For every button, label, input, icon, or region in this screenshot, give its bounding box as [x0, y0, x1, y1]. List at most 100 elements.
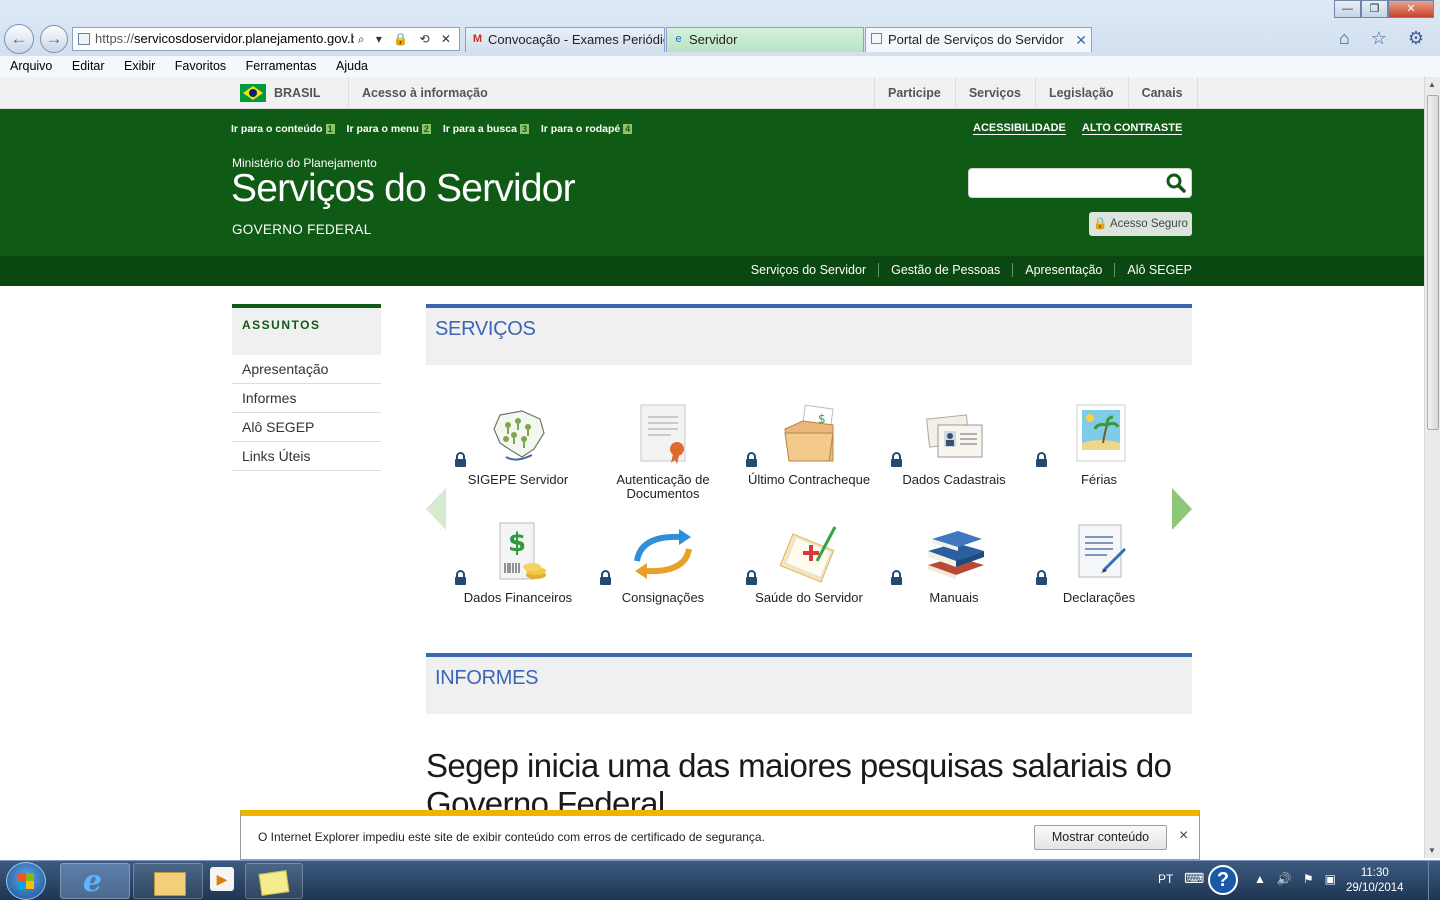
folder-paycheck-icon: $ — [746, 403, 841, 467]
document-pen-icon — [1036, 521, 1131, 585]
home-favorites-tools-icons[interactable]: ⌂ ☆ ⚙ — [1339, 28, 1432, 49]
address-tools-icons[interactable]: ⌕ ▾ 🔒 ⟲ ✕ — [353, 28, 455, 50]
service-label: Último Contracheque — [747, 472, 871, 487]
service-saude-servidor[interactable]: Saúde do Servidor — [739, 521, 879, 605]
scroll-up-icon[interactable]: ▲ — [1428, 80, 1436, 89]
subnav-alo-segep[interactable]: Alô SEGEP — [1114, 263, 1192, 277]
sidebar-item-informes[interactable]: Informes — [232, 384, 381, 413]
scroll-down-icon[interactable]: ▼ — [1428, 846, 1436, 855]
vertical-scrollbar[interactable]: ▲ ▼ — [1424, 77, 1440, 858]
window-controls: — ❐ ✕ — [1334, 0, 1434, 18]
service-dados-financeiros[interactable]: $ Dados Financeiros — [448, 521, 588, 605]
help-icon[interactable]: ? — [1208, 865, 1238, 895]
menu-favoritos[interactable]: Favoritos — [175, 56, 226, 73]
service-manuais[interactable]: Manuais — [884, 521, 1024, 605]
search-icon[interactable] — [1165, 172, 1187, 194]
acessibilidade-link[interactable]: ACESSIBILIDADE — [973, 122, 1066, 135]
certificate-icon — [631, 403, 695, 467]
service-ultimo-contracheque[interactable]: $ Último Contracheque — [739, 403, 879, 487]
ie-icon: e — [675, 33, 682, 45]
gov-link-canais[interactable]: Canais — [1127, 77, 1198, 109]
clock[interactable]: 11:30 29/10/2014 — [1346, 866, 1404, 896]
scroll-thumb[interactable] — [1427, 95, 1439, 430]
carousel-prev-arrow-icon[interactable] — [426, 488, 446, 530]
url-prefix: https:// — [95, 31, 135, 46]
address-bar[interactable]: https://servicosdoservidor.planejamento.… — [72, 27, 460, 51]
service-autenticacao-documentos[interactable]: Autenticação de Documentos — [593, 403, 733, 501]
menu-ferramentas[interactable]: Ferramentas — [246, 56, 317, 73]
tray-icons[interactable]: ▲🔊⚑▣ — [1254, 872, 1347, 886]
forward-button[interactable]: → — [40, 25, 68, 53]
taskbar-internet-explorer-icon[interactable] — [60, 863, 130, 899]
notification-text: O Internet Explorer impediu este site de… — [258, 830, 765, 844]
taskbar-sticky-notes-icon[interactable] — [245, 863, 303, 899]
subnav-servicos-servidor[interactable]: Serviços do Servidor — [739, 263, 878, 277]
sidebar-item-alo-segep[interactable]: Alô SEGEP — [232, 413, 381, 442]
service-label: Consignações — [621, 590, 705, 605]
brasil-link[interactable]: BRASIL — [274, 86, 321, 100]
menu-exibir[interactable]: Exibir — [124, 56, 155, 73]
skip-link-busca[interactable]: Ir para a busca 3 — [443, 123, 529, 135]
lock-icon — [746, 452, 757, 467]
clock-date: 29/10/2014 — [1346, 882, 1404, 894]
sub-navigation: Serviços do Servidor Gestão de Pessoas A… — [0, 256, 1424, 286]
taskbar-file-explorer-icon[interactable] — [133, 863, 203, 899]
skip-link-conteudo[interactable]: Ir para o conteúdo 1 — [231, 123, 335, 135]
sidebar-item-links-uteis[interactable]: Links Úteis — [232, 442, 381, 471]
service-dados-cadastrais[interactable]: Dados Cadastrais — [884, 403, 1024, 487]
svg-text:$: $ — [508, 528, 526, 558]
restore-button[interactable]: ❐ — [1361, 0, 1388, 18]
minimize-button[interactable]: — — [1334, 0, 1361, 18]
tab-title: Servidor — [689, 32, 738, 47]
subnav-apresentacao[interactable]: Apresentação — [1012, 263, 1114, 277]
skip-link-menu[interactable]: Ir para o menu 2 — [347, 123, 431, 135]
sidebar-heading: ASSUNTOS — [232, 304, 381, 355]
books-icon — [891, 521, 986, 585]
menu-editar[interactable]: Editar — [72, 56, 105, 73]
tab-servidor[interactable]: e Servidor — [666, 27, 864, 52]
service-consignacoes[interactable]: Consignações — [593, 521, 733, 605]
carousel-next-arrow-icon[interactable] — [1172, 488, 1192, 530]
mostrar-conteudo-button[interactable]: Mostrar conteúdo — [1034, 825, 1167, 850]
subnav-gestao-pessoas[interactable]: Gestão de Pessoas — [878, 263, 1012, 277]
gov-bar: BRASIL Acesso à informação Participe Ser… — [0, 77, 1424, 109]
clock-time: 11:30 — [1360, 867, 1389, 879]
acesso-informacao-link[interactable]: Acesso à informação — [348, 77, 488, 109]
start-button[interactable] — [6, 862, 46, 900]
gov-link-legislacao[interactable]: Legislação — [1034, 77, 1128, 109]
lock-icon — [891, 452, 902, 467]
gov-link-servicos[interactable]: Serviços — [954, 77, 1035, 109]
gov-link-participe[interactable]: Participe — [874, 77, 955, 109]
show-desktop-button[interactable] — [1428, 861, 1440, 900]
service-label: Férias — [1080, 472, 1118, 487]
service-declaracoes[interactable]: Declarações — [1029, 521, 1169, 605]
service-label: SIGEPE Servidor — [467, 472, 569, 487]
page-viewport: BRASIL Acesso à informação Participe Ser… — [0, 77, 1424, 858]
skip-link-rodape[interactable]: Ir para o rodapé 4 — [541, 123, 633, 135]
site-title[interactable]: Serviços do Servidor — [231, 167, 576, 211]
sidebar-item-apresentacao[interactable]: Apresentação — [232, 355, 381, 384]
tab-convocacao[interactable]: M Convocação - Exames Periódic... — [465, 27, 665, 52]
acesso-seguro-button[interactable]: 🔒 Acesso Seguro — [1089, 212, 1192, 236]
close-icon[interactable]: × — [1179, 827, 1188, 845]
service-label: Dados Cadastrais — [902, 472, 1006, 487]
beach-photo-icon — [1036, 403, 1131, 467]
service-label: Dados Financeiros — [463, 590, 573, 605]
alto-contraste-link[interactable]: ALTO CONTRASTE — [1081, 122, 1183, 135]
search-input[interactable] — [968, 168, 1192, 198]
menu-arquivo[interactable]: Arquivo — [10, 56, 52, 73]
menu-ajuda[interactable]: Ajuda — [336, 56, 368, 73]
back-button[interactable]: ← — [4, 24, 34, 54]
tab-title: Convocação - Exames Periódic... — [488, 32, 665, 47]
skip-links: Ir para o conteúdo 1 Ir para o menu 2 Ir p… — [231, 123, 641, 135]
taskbar-media-player-icon[interactable] — [206, 863, 241, 899]
service-sigepe-servidor[interactable]: SIGEPE Servidor — [448, 403, 588, 487]
id-cards-icon — [891, 403, 986, 467]
tab-close-icon[interactable]: ✕ — [1075, 28, 1087, 52]
service-ferias[interactable]: Férias — [1029, 403, 1169, 487]
keyboard-icon[interactable]: ⌨ — [1184, 870, 1204, 887]
tab-portal-servicos[interactable]: Portal de Serviços do Servidor ✕ — [865, 27, 1092, 52]
service-label: Saúde do Servidor — [755, 590, 863, 605]
close-window-button[interactable]: ✕ — [1388, 0, 1434, 18]
language-indicator[interactable]: PT — [1158, 872, 1173, 886]
